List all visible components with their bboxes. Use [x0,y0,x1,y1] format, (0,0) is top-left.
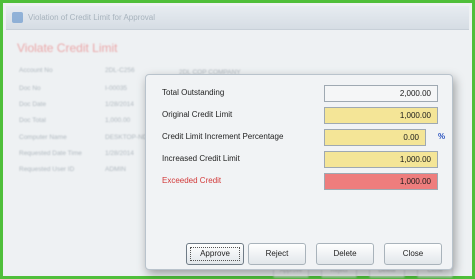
field-row-original-credit-limit: Original Credit Limit 1,000.00 [146,105,452,125]
bg-field-value: ADMIN [105,166,126,173]
reject-button[interactable]: Reject [248,243,306,265]
increment-percentage-field[interactable]: 0.00 [324,129,426,146]
original-credit-limit-label: Original Credit Limit [162,110,233,119]
field-row-total-outstanding: Total Outstanding 2,000.00 [146,83,452,103]
bg-field-value: 1,000.00 [105,117,131,124]
bg-field-label: Computer Name [19,134,67,141]
field-row-increased-credit-limit: Increased Credit Limit 1,000.00 [146,149,452,169]
exceeded-credit-label: Exceeded Credit [162,176,222,185]
bg-field-label: Doc Total [19,117,46,124]
bg-field-label: Requested User ID [19,166,75,173]
bg-field-row: Doc Total 1,000.00 [19,117,154,127]
credit-limit-dialog: Total Outstanding 2,000.00 Original Cred… [145,74,453,270]
bg-field-label: Doc Date [19,101,47,108]
bg-field-row: Computer Name DESKTOP-NDC [19,134,154,144]
bg-field-label: Account No [19,67,53,74]
bg-field-value: 1/28/2014 [105,150,134,157]
bg-field-value: I-00035 [105,85,128,92]
bg-field-row: Doc Date 1/28/2014 [19,101,154,111]
bg-field-row: Doc No I-00035 [19,85,154,95]
delete-button[interactable]: Delete [316,243,374,265]
bg-field-row: Requested User ID ADMIN [19,166,154,176]
bg-field-value: 2DL-C256 [105,67,135,74]
dialog-button-bar: Approve Reject Delete Close [146,243,452,267]
original-credit-limit-field[interactable]: 1,000.00 [324,107,438,124]
bg-field-label: Doc No [19,85,41,92]
bg-field-row: Requested Date Time 1/28/2014 [19,150,154,160]
increment-percentage-label: Credit Limit Increment Percentage [162,132,284,141]
total-outstanding-field[interactable]: 2,000.00 [324,85,438,102]
percent-sign: % [438,132,446,141]
close-button[interactable]: Close [384,243,442,265]
bg-field-value: 1/28/2014 [105,101,134,108]
increased-credit-limit-field[interactable]: 1,000.00 [324,151,438,168]
page-title: Violate Credit Limit [17,41,118,55]
title-bar: Violation of Credit Limit for Approval [6,6,469,30]
field-row-exceeded-credit: Exceeded Credit 1,000.00 [146,171,452,191]
app-icon [12,12,23,23]
window-title: Violation of Credit Limit for Approval [28,13,156,22]
increased-credit-limit-label: Increased Credit Limit [162,154,240,163]
approve-button-label: Approve [200,249,230,258]
total-outstanding-label: Total Outstanding [162,88,225,97]
bg-field-label: Requested Date Time [19,150,82,157]
approve-button[interactable]: Approve [186,243,244,265]
bg-field-row: Account No 2DL-C256 [19,67,154,77]
field-row-increment-percentage: Credit Limit Increment Percentage 0.00 % [146,127,452,147]
exceeded-credit-field[interactable]: 1,000.00 [324,173,438,190]
